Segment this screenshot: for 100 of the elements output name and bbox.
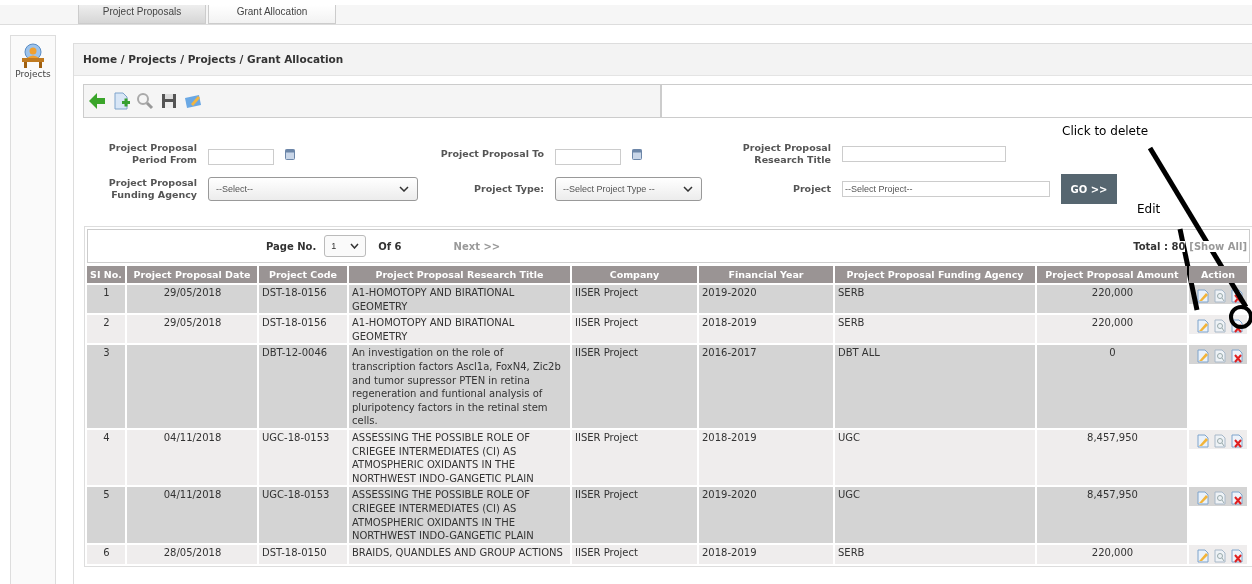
table-cell: 5: [87, 487, 125, 543]
pencil-map-icon[interactable]: [184, 92, 202, 110]
table-cell: 3: [87, 345, 125, 428]
save-icon[interactable]: [160, 92, 178, 110]
table-cell: 2: [87, 315, 125, 344]
dropdown[interactable]: --Select Project Type --: [555, 177, 702, 201]
field-label: Project Proposal Period From: [107, 142, 197, 166]
table-cell: IISER Project: [572, 345, 697, 428]
column-header[interactable]: SI No.: [87, 266, 125, 283]
column-header[interactable]: Project Proposal Funding Agency: [835, 266, 1035, 283]
column-header[interactable]: Project Proposal Date: [127, 266, 257, 283]
view-icon[interactable]: [1214, 349, 1226, 364]
page-count: Of 6: [378, 240, 402, 252]
table-cell: A1-HOMOTOPY AND BIRATIONAL GEOMETRY: [349, 315, 570, 344]
calendar-icon[interactable]: [632, 148, 642, 160]
table-cell: SERB: [835, 315, 1035, 344]
page-dropdown[interactable]: 1: [324, 235, 367, 257]
field-label: Project Proposal Funding Agency: [107, 177, 197, 201]
column-header[interactable]: Financial Year: [699, 266, 833, 283]
table-cell: DST-18-0150: [259, 544, 347, 564]
table-cell: SERB: [835, 544, 1035, 564]
table-cell: 1: [87, 285, 125, 314]
field-label: Project Proposal To: [439, 148, 544, 160]
table-cell: IISER Project: [572, 487, 697, 543]
column-header[interactable]: Project Proposal Research Title: [349, 266, 570, 283]
text-field[interactable]: --Select Project--: [842, 181, 1050, 197]
table-cell: 2018-2019: [699, 429, 833, 486]
table-cell: 2016-2017: [699, 345, 833, 428]
table-cell: IISER Project: [572, 315, 697, 344]
view-icon[interactable]: [1214, 433, 1226, 448]
breadcrumb: Home / Projects / Projects / Grant Allocation: [74, 44, 1252, 76]
table-cell: IISER Project: [572, 429, 697, 486]
text-field[interactable]: [842, 146, 1006, 162]
table-cell: 8,457,950: [1037, 487, 1187, 543]
table-cell: 2019-2020: [699, 285, 833, 314]
page-label: Page No.: [266, 240, 317, 252]
table-cell: An investigation on the role of transcription factors Ascl1a, FoxN4, Zic2b and tumor supressor PTEN in retina regeneration and funtional analysis of pluripotency factors in the retinal stem cells.: [349, 345, 570, 428]
add-document-icon[interactable]: [112, 92, 130, 110]
table-cell: UGC: [835, 429, 1035, 486]
table-cell: DST-18-0156: [259, 315, 347, 344]
table-cell: ASSESSING THE POSSIBLE ROLE OF CRIEGEE INTERMEDIATES (CI) AS ATMOSPHERIC OXIDANTS IN THE NORTHWEST INDO-GANGETIC PLAIN: [349, 429, 570, 486]
column-header[interactable]: Project Proposal Amount: [1037, 266, 1187, 283]
edit-icon[interactable]: [1197, 491, 1209, 506]
view-icon[interactable]: [1214, 548, 1226, 563]
table-cell: 2018-2019: [699, 315, 833, 344]
edit-icon[interactable]: [1197, 548, 1209, 563]
table-cell: 6: [87, 544, 125, 564]
back-arrow-icon[interactable]: [88, 92, 106, 110]
total-count: Total : 80: [1133, 240, 1186, 252]
view-icon[interactable]: [1214, 319, 1226, 334]
table-cell: 220,000: [1037, 315, 1187, 344]
table-cell: IISER Project: [572, 285, 697, 314]
table-cell: UGC-18-0153: [259, 487, 347, 543]
edit-icon[interactable]: [1197, 433, 1209, 448]
table-cell: UGC: [835, 487, 1035, 543]
table-cell: 2018-2019: [699, 544, 833, 564]
table-cell: SERB: [835, 285, 1035, 314]
field-label: Project Type:: [473, 183, 544, 195]
table-cell: UGC-18-0153: [259, 429, 347, 486]
column-header[interactable]: Company: [572, 266, 697, 283]
go-button[interactable]: GO >>: [1061, 174, 1117, 204]
delete-icon[interactable]: [1231, 289, 1243, 303]
table-cell: 04/11/2018: [127, 487, 257, 543]
field-label: Project: [791, 183, 831, 195]
table-cell: 8,457,950: [1037, 429, 1187, 486]
table-cell: IISER Project: [572, 544, 697, 564]
chevron-down-icon: [683, 186, 693, 192]
date-field[interactable]: [208, 149, 274, 165]
table-cell: ASSESSING THE POSSIBLE ROLE OF CRIEGEE INTERMEDIATES (CI) AS ATMOSPHERIC OXIDANTS IN THE NORTHWEST INDO-GANGETIC PLAIN: [349, 487, 570, 543]
search-icon[interactable]: [136, 92, 154, 110]
column-header[interactable]: Action: [1189, 266, 1247, 283]
table-cell: 4: [87, 429, 125, 486]
table-cell: 2019-2020: [699, 487, 833, 543]
tab[interactable]: Grant Allocation: [208, 5, 336, 24]
edit-icon[interactable]: [1197, 289, 1209, 303]
table-cell: DST-18-0156: [259, 285, 347, 314]
table-cell: 29/05/2018: [127, 315, 257, 344]
table-cell: A1-HOMOTOPY AND BIRATIONAL GEOMETRY: [349, 285, 570, 314]
view-icon[interactable]: [1214, 289, 1226, 303]
table-cell: DBT ALL: [835, 345, 1035, 428]
annotation-label: Click to delete: [1062, 124, 1149, 138]
date-field[interactable]: [555, 149, 621, 165]
calendar-icon[interactable]: [285, 148, 295, 160]
annotation-label: Edit: [1137, 202, 1161, 216]
edit-icon[interactable]: [1197, 319, 1209, 334]
view-icon[interactable]: [1214, 491, 1226, 506]
dropdown[interactable]: --Select--: [208, 177, 418, 201]
show-all-link[interactable]: [Show All]: [1189, 240, 1247, 252]
sidebar-item[interactable]: Projects: [15, 69, 51, 79]
table-cell: 220,000: [1037, 544, 1187, 564]
table-cell: DBT-12-0046: [259, 345, 347, 428]
table-cell: 220,000: [1037, 285, 1187, 314]
column-header[interactable]: Project Code: [259, 266, 347, 283]
edit-icon[interactable]: [1197, 349, 1209, 364]
chevron-down-icon: [350, 243, 360, 249]
tab[interactable]: Project Proposals: [78, 5, 206, 24]
person-desk-icon[interactable]: [20, 43, 46, 69]
delete-icon[interactable]: [1231, 319, 1243, 334]
table-cell: 04/11/2018: [127, 429, 257, 486]
field-label: Project Proposal Research Title: [741, 142, 831, 166]
